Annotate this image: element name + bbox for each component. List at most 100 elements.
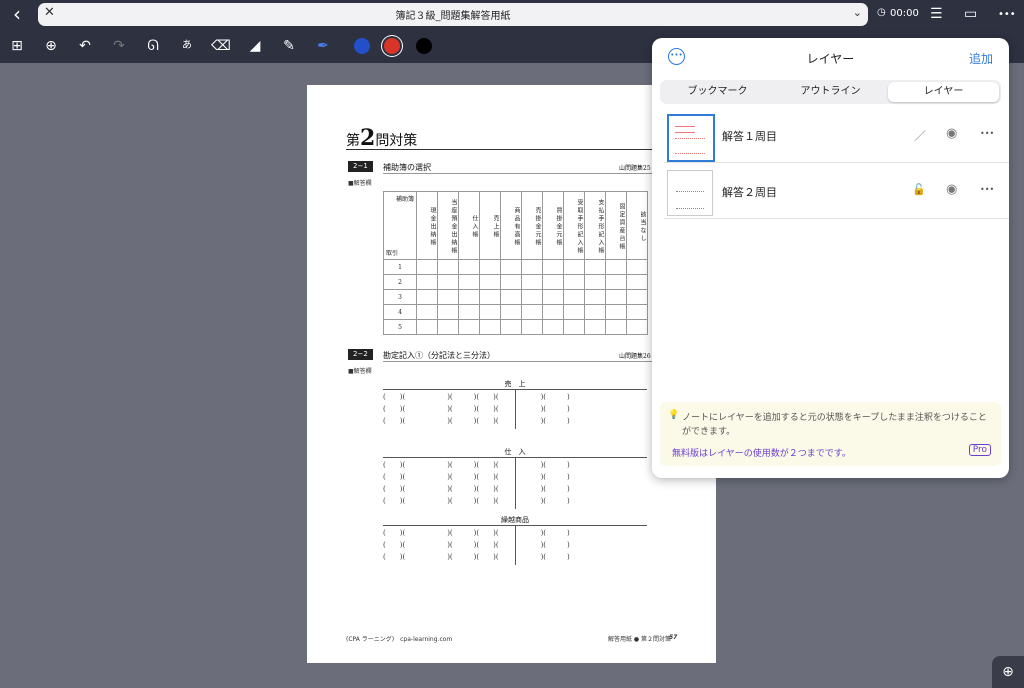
table-cell[interactable] — [542, 289, 564, 305]
pen-icon[interactable]: ✒ — [312, 36, 334, 56]
document-title-field[interactable]: ✕ 簿記３級_問題集解答用紙 ⌄ — [38, 3, 868, 26]
table-cell[interactable] — [521, 304, 543, 320]
ledger-entry-line[interactable]: ( )( )( )( )( )( ) — [383, 484, 647, 494]
table-cell[interactable] — [416, 274, 438, 290]
table-cell[interactable] — [542, 319, 564, 335]
lasso-icon[interactable]: ᘏ — [142, 36, 164, 56]
layer-item[interactable]: 解答２周目 🔓 ◉ ••• — [664, 166, 1009, 219]
table-cell[interactable] — [437, 319, 459, 335]
table-cell[interactable] — [500, 304, 522, 320]
layer-name[interactable]: 解答１周目 — [722, 128, 777, 144]
textbox-icon[interactable]: あ — [176, 36, 198, 56]
eye-icon[interactable]: ◉ — [946, 182, 957, 197]
table-cell[interactable] — [626, 319, 648, 335]
back-chevron-icon[interactable]: ‹ — [6, 4, 28, 26]
table-cell[interactable] — [521, 274, 543, 290]
chevron-down-icon[interactable]: ⌄ — [853, 6, 862, 19]
table-cell[interactable] — [542, 274, 564, 290]
redo-icon[interactable]: ↷ — [108, 36, 130, 56]
table-cell[interactable] — [458, 304, 480, 320]
tab-outline[interactable]: アウトライン — [775, 82, 886, 102]
table-cell[interactable] — [500, 289, 522, 305]
ledger-entry-line[interactable]: ( )( )( )( )( )( ) — [383, 472, 647, 482]
table-cell[interactable] — [605, 319, 627, 335]
table-cell[interactable] — [500, 319, 522, 335]
zoom-icon[interactable]: ⊕ — [992, 656, 1024, 688]
table-cell[interactable] — [416, 289, 438, 305]
table-cell[interactable] — [458, 289, 480, 305]
ledger-entry-line[interactable]: ( )( )( )( )( )( ) — [383, 528, 647, 538]
edit-icon[interactable]: ／ — [914, 127, 926, 144]
table-cell[interactable] — [458, 274, 480, 290]
table-cell[interactable] — [584, 274, 606, 290]
table-cell[interactable] — [521, 289, 543, 305]
ledger-entry-line[interactable]: ( )( )( )( )( )( ) — [383, 460, 647, 470]
table-cell[interactable] — [563, 259, 585, 275]
table-cell[interactable] — [416, 304, 438, 320]
more-icon[interactable]: ••• — [998, 9, 1016, 20]
table-cell[interactable] — [437, 289, 459, 305]
lock-icon[interactable]: 🔓 — [912, 183, 926, 196]
table-cell[interactable] — [479, 304, 501, 320]
eye-icon[interactable]: ◉ — [946, 126, 957, 141]
table-cell[interactable] — [563, 319, 585, 335]
table-cell[interactable] — [479, 319, 501, 335]
table-cell[interactable] — [542, 304, 564, 320]
ledger-entry-line[interactable]: ( )( )( )( )( )( ) — [383, 416, 647, 426]
table-cell[interactable] — [626, 259, 648, 275]
table-cell[interactable] — [605, 289, 627, 305]
ledger-entry-line[interactable]: ( )( )( )( )( )( ) — [383, 540, 647, 550]
highlighter-icon[interactable]: ✎ — [278, 36, 300, 56]
table-cell[interactable] — [500, 259, 522, 275]
timer-label[interactable]: 00:00 — [890, 8, 919, 19]
eraser-alt-icon[interactable]: ◢ — [244, 36, 266, 56]
table-cell[interactable] — [479, 274, 501, 290]
more-icon[interactable]: ••• — [980, 185, 994, 194]
more-icon[interactable]: ••• — [980, 129, 994, 138]
table-cell[interactable] — [479, 289, 501, 305]
pro-badge[interactable]: Pro — [968, 444, 991, 456]
table-cell[interactable] — [521, 259, 543, 275]
table-cell[interactable] — [584, 319, 606, 335]
ledger-entry-line[interactable]: ( )( )( )( )( )( ) — [383, 552, 647, 562]
table-cell[interactable] — [584, 259, 606, 275]
undo-icon[interactable]: ↶ — [74, 36, 96, 56]
table-cell[interactable] — [458, 319, 480, 335]
list-icon[interactable]: ☰ — [930, 6, 943, 22]
ledger-entry-line[interactable]: ( )( )( )( )( )( ) — [383, 392, 647, 402]
table-cell[interactable] — [521, 319, 543, 335]
table-cell[interactable] — [416, 319, 438, 335]
table-cell[interactable] — [563, 289, 585, 305]
table-cell[interactable] — [437, 259, 459, 275]
table-cell[interactable] — [584, 289, 606, 305]
table-cell[interactable] — [584, 304, 606, 320]
free-limit-link[interactable]: 無料版はレイヤーの使用数が２つまでです。 — [672, 446, 851, 459]
table-cell[interactable] — [605, 304, 627, 320]
table-cell[interactable] — [626, 274, 648, 290]
add-layer-button[interactable]: 追加 — [969, 50, 993, 67]
table-cell[interactable] — [626, 289, 648, 305]
table-cell[interactable] — [458, 259, 480, 275]
grid-icon[interactable]: ⊞ — [6, 36, 28, 56]
table-cell[interactable] — [605, 259, 627, 275]
table-cell[interactable] — [416, 259, 438, 275]
ledger-entry-line[interactable]: ( )( )( )( )( )( ) — [383, 496, 647, 506]
table-cell[interactable] — [437, 274, 459, 290]
ledger-entry-line[interactable]: ( )( )( )( )( )( ) — [383, 404, 647, 414]
color-blue-button[interactable] — [354, 38, 370, 54]
color-red-button[interactable] — [384, 38, 400, 54]
table-cell[interactable] — [563, 274, 585, 290]
table-cell[interactable] — [500, 274, 522, 290]
table-cell[interactable] — [437, 304, 459, 320]
eraser-icon[interactable]: ⌫ — [210, 36, 232, 56]
tab-bookmark[interactable]: ブックマーク — [662, 82, 773, 102]
window-icon[interactable]: ▭ — [964, 6, 977, 22]
table-cell[interactable] — [563, 304, 585, 320]
table-cell[interactable] — [542, 259, 564, 275]
layer-item[interactable]: 解答１周目 ／ ◉ ••• — [664, 110, 1009, 163]
tab-layer[interactable]: レイヤー — [888, 82, 999, 102]
color-black-button[interactable] — [416, 38, 432, 54]
table-cell[interactable] — [605, 274, 627, 290]
table-cell[interactable] — [626, 304, 648, 320]
table-cell[interactable] — [479, 259, 501, 275]
